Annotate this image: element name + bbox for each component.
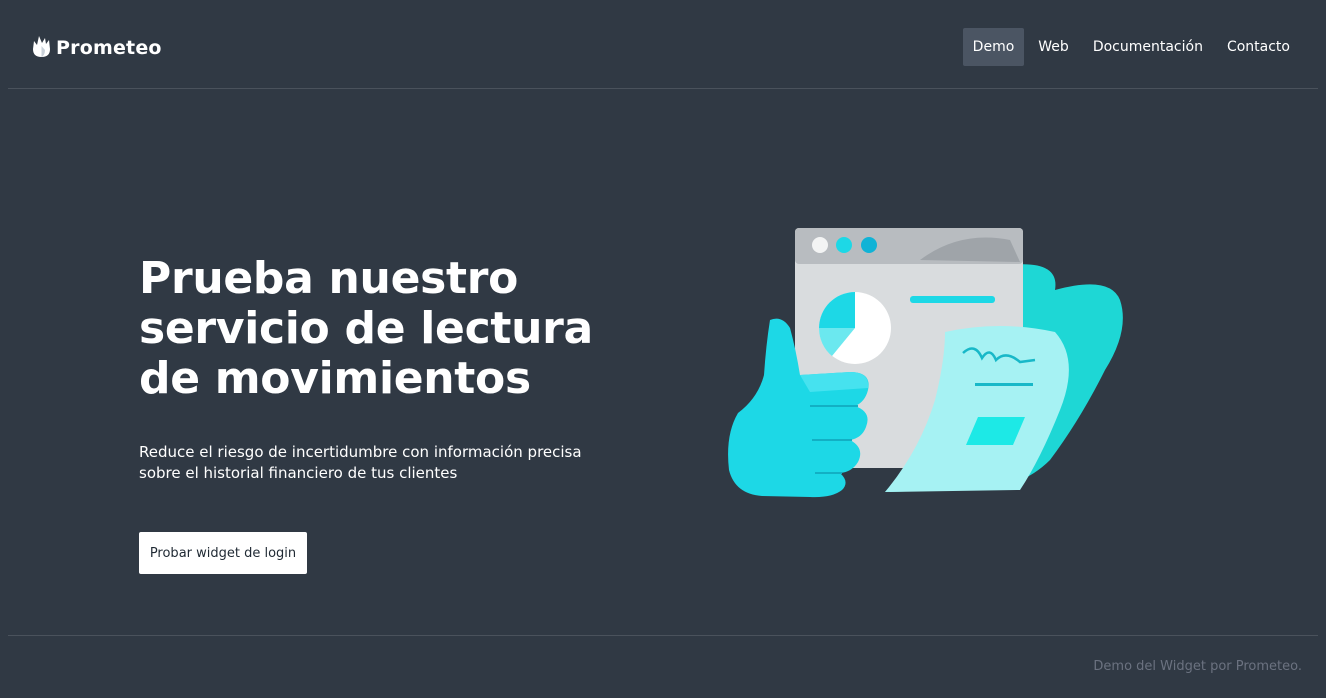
nav-item-demo[interactable]: Demo: [962, 28, 1025, 66]
hero-subtitle: Reduce el riesgo de incertidumbre con in…: [139, 443, 582, 482]
footer-credit: Demo del Widget por Prometeo.: [1093, 659, 1302, 674]
footer-divider: [8, 635, 1318, 636]
nav-item-web[interactable]: Web: [1028, 28, 1079, 66]
header: Prometeo Demo Web Documentación Contacto: [0, 0, 1326, 88]
brand-name: Prometeo: [56, 37, 162, 59]
header-divider: [8, 88, 1318, 89]
nav-item-documentacion[interactable]: Documentación: [1083, 28, 1213, 66]
hero-title: Prueba nuestro servicio de lectura de mo…: [139, 253, 593, 404]
thumbs-up-document-illustration: [720, 220, 1140, 510]
flame-logo-icon: [31, 33, 52, 63]
top-nav: Demo Web Documentación Contacto: [959, 28, 1300, 66]
nav-item-contacto[interactable]: Contacto: [1217, 28, 1300, 66]
brand-logo[interactable]: Prometeo: [31, 33, 162, 63]
try-login-widget-button[interactable]: Probar widget de login: [139, 532, 307, 574]
